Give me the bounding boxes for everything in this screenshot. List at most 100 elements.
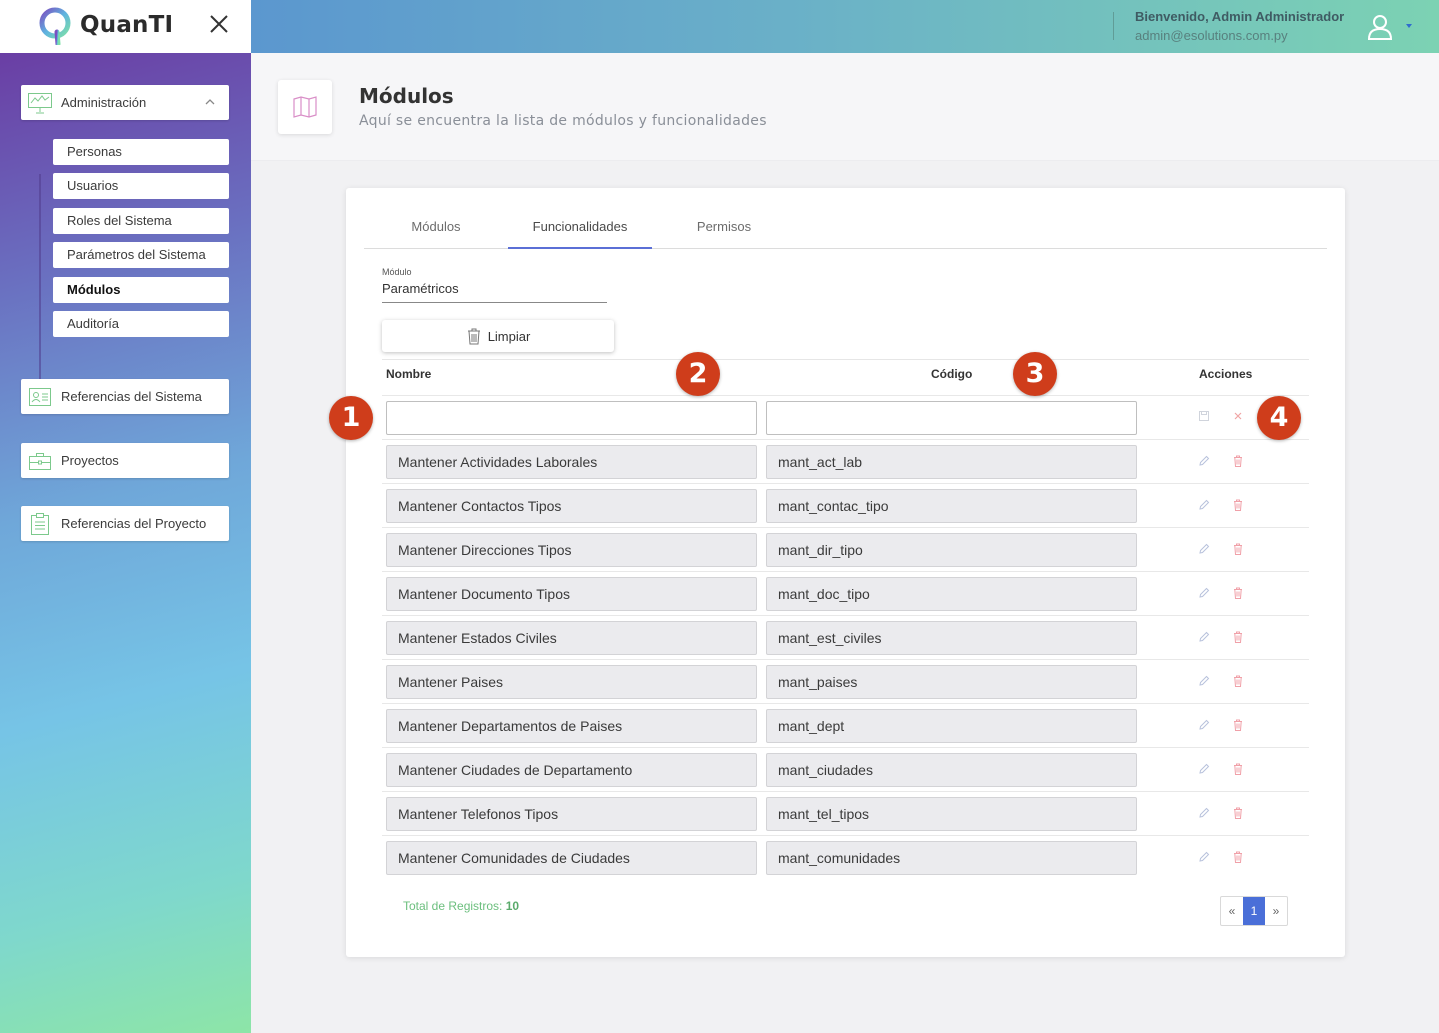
row-divider — [382, 747, 1309, 748]
sidebar-group-proyectos[interactable]: Proyectos — [21, 443, 229, 478]
caret-down-icon[interactable] — [1406, 24, 1412, 28]
sidebar-group-label: Proyectos — [61, 453, 119, 468]
save-icon[interactable] — [1197, 409, 1211, 423]
row-divider — [382, 659, 1309, 660]
briefcase-icon — [29, 452, 51, 470]
row-name-field: Mantener Ciudades de Departamento — [386, 753, 757, 787]
edit-pencil-icon[interactable] — [1197, 718, 1211, 732]
annotation-badge-1: 1 — [329, 396, 373, 440]
delete-trash-icon[interactable] — [1231, 542, 1245, 556]
sidebar-item-parametros[interactable]: Parámetros del Sistema — [53, 242, 229, 268]
modulo-select[interactable]: Paramétricos — [382, 281, 607, 303]
edit-pencil-icon[interactable] — [1197, 542, 1211, 556]
sidebar-group-label: Referencias del Sistema — [61, 389, 202, 404]
pagination-page-current[interactable]: 1 — [1243, 897, 1265, 925]
sidebar-group-administracion[interactable]: Administración — [21, 85, 229, 120]
new-name-input[interactable] — [386, 401, 757, 435]
total-records: Total de Registros: 10 — [403, 899, 519, 913]
sidebar-item-personas[interactable]: Personas — [53, 139, 229, 165]
delete-trash-icon[interactable] — [1231, 498, 1245, 512]
delete-trash-icon[interactable] — [1231, 454, 1245, 468]
edit-pencil-icon[interactable] — [1197, 630, 1211, 644]
delete-trash-icon[interactable] — [1231, 674, 1245, 688]
delete-trash-icon[interactable] — [1231, 850, 1245, 864]
row-divider — [382, 791, 1309, 792]
row-name-field: Mantener Actividades Laborales — [386, 445, 757, 479]
total-records-label: Total de Registros: — [403, 899, 503, 913]
tab-permisos[interactable]: Permisos — [652, 208, 796, 249]
close-icon[interactable] — [205, 10, 233, 38]
row-divider — [382, 527, 1309, 528]
brand-area: QuanTI — [0, 0, 251, 53]
quanti-logo-icon — [39, 7, 71, 45]
edit-pencil-icon[interactable] — [1197, 454, 1211, 468]
annotation-badge-3: 3 — [1013, 352, 1057, 396]
new-code-input[interactable] — [766, 401, 1137, 435]
row-name-field: Mantener Telefonos Tipos — [386, 797, 757, 831]
row-name-field: Mantener Estados Civiles — [386, 621, 757, 655]
delete-trash-icon[interactable] — [1231, 718, 1245, 732]
total-records-value: 10 — [505, 899, 520, 913]
row-code-field: mant_dept — [766, 709, 1137, 743]
edit-pencil-icon[interactable] — [1197, 674, 1211, 688]
user-avatar-icon[interactable] — [1366, 13, 1394, 41]
row-divider — [382, 439, 1309, 440]
row-divider — [382, 615, 1309, 616]
sidebar: Administración Personas Usuarios Roles d… — [0, 53, 251, 1033]
sidebar-group-label: Administración — [61, 95, 147, 110]
annotation-badge-2: 2 — [676, 352, 720, 396]
page-icon-box — [278, 80, 332, 134]
row-code-field: mant_dir_tipo — [766, 533, 1137, 567]
edit-pencil-icon[interactable] — [1197, 762, 1211, 776]
row-code-field: mant_est_civiles — [766, 621, 1137, 655]
row-code-field: mant_doc_tipo — [766, 577, 1137, 611]
id-card-icon — [29, 387, 51, 406]
delete-trash-icon[interactable] — [1231, 762, 1245, 776]
sidebar-group-referencias-proyecto[interactable]: Referencias del Proyecto — [21, 506, 229, 541]
logo: QuanTI — [38, 5, 173, 45]
clipboard-icon — [31, 512, 49, 535]
sidebar-item-roles[interactable]: Roles del Sistema — [53, 208, 229, 234]
row-divider — [382, 483, 1309, 484]
row-code-field: mant_comunidades — [766, 841, 1137, 875]
tab-funcionalidades[interactable]: Funcionalidades — [508, 208, 652, 249]
tab-bar: Módulos Funcionalidades Permisos — [364, 208, 1327, 249]
pagination: « 1 » — [1220, 896, 1288, 926]
row-code-field: mant_tel_tipos — [766, 797, 1137, 831]
page-subtitle: Aquí se encuentra la lista de módulos y … — [359, 113, 767, 129]
column-header-nombre: Nombre — [386, 367, 432, 381]
annotation-badge-4: 4 — [1257, 396, 1301, 440]
header-divider — [1113, 12, 1114, 40]
delete-trash-icon[interactable] — [1231, 806, 1245, 820]
sidebar-item-modulos[interactable]: Módulos — [53, 277, 229, 303]
delete-trash-icon[interactable] — [1231, 630, 1245, 644]
chevron-up-icon[interactable] — [205, 97, 215, 107]
row-name-field: Mantener Documento Tipos — [386, 577, 757, 611]
pagination-prev[interactable]: « — [1221, 897, 1243, 925]
sidebar-group-referencias-sistema[interactable]: Referencias del Sistema — [21, 379, 229, 414]
row-name-field: Mantener Comunidades de Ciudades — [386, 841, 757, 875]
edit-pencil-icon[interactable] — [1197, 586, 1211, 600]
edit-pencil-icon[interactable] — [1197, 806, 1211, 820]
sidebar-item-usuarios[interactable]: Usuarios — [53, 173, 229, 199]
row-code-field: mant_contac_tipo — [766, 489, 1137, 523]
row-name-field: Mantener Paises — [386, 665, 757, 699]
delete-trash-icon[interactable] — [1231, 586, 1245, 600]
page-header: Módulos Aquí se encuentra la lista de mó… — [251, 53, 1439, 161]
row-divider — [382, 395, 1309, 396]
row-name-field: Mantener Direcciones Tipos — [386, 533, 757, 567]
sidebar-item-auditoria[interactable]: Auditoría — [53, 311, 229, 337]
clear-button[interactable]: Limpiar — [382, 320, 614, 352]
column-header-codigo: Código — [931, 367, 973, 381]
presentation-chart-icon — [28, 92, 52, 113]
welcome-text: Bienvenido, Admin Administrador — [1135, 9, 1345, 24]
edit-pencil-icon[interactable] — [1197, 498, 1211, 512]
top-header: Bienvenido, Admin Administrador admin@es… — [251, 0, 1439, 53]
table-top-border — [382, 359, 1309, 360]
sidebar-group-label: Referencias del Proyecto — [61, 516, 207, 531]
cancel-icon[interactable] — [1231, 409, 1245, 423]
pagination-next[interactable]: » — [1265, 897, 1287, 925]
row-divider — [382, 835, 1309, 836]
edit-pencil-icon[interactable] — [1197, 850, 1211, 864]
tab-modulos[interactable]: Módulos — [364, 208, 508, 249]
